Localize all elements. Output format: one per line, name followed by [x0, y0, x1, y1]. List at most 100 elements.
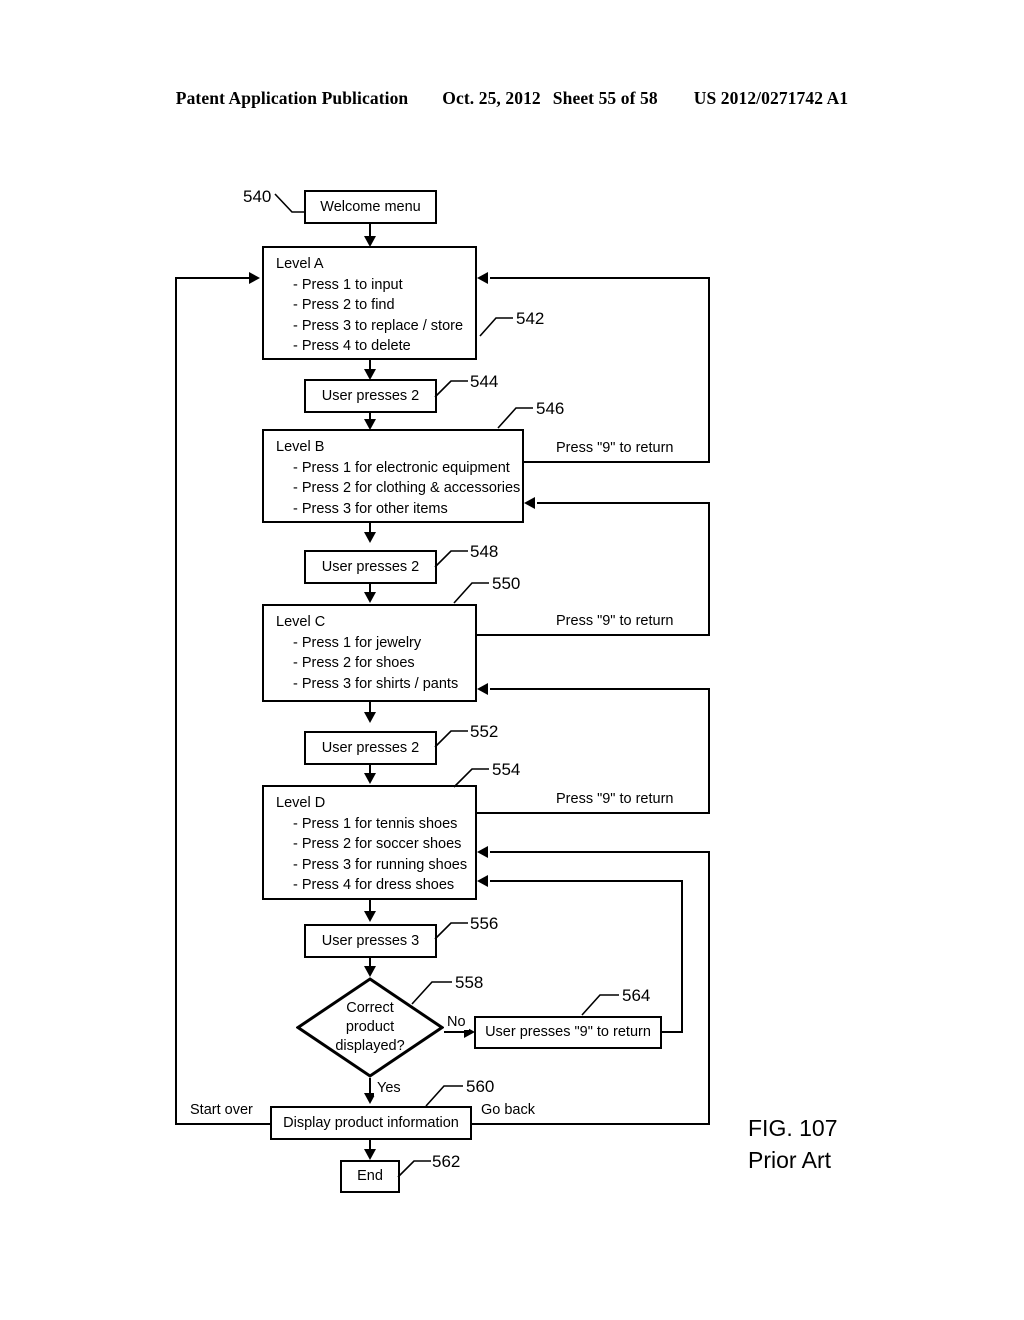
ref-number-556: 556 [470, 914, 499, 933]
header-docnum: US 2012/0271742 A1 [693, 88, 849, 108]
connector-leveld-return-top [490, 688, 710, 690]
node-level-a-option-2: - Press 2 to find [293, 297, 395, 313]
node-level-b-option-2: - Press 2 for clothing & accessories [293, 480, 521, 496]
node-level-c[interactable]: Level C - Press 1 for jewelry - Press 2 … [262, 604, 477, 702]
ref-number-562: 562 [432, 1152, 461, 1171]
connector-goback-h [472, 1123, 710, 1125]
edge-label-yes: Yes [374, 1080, 404, 1096]
arrow-leveld-to-pressd [364, 911, 376, 922]
leader-line-562 [397, 1159, 434, 1179]
node-level-c-title: Level C [276, 614, 326, 630]
node-decision-line-1: Correct [346, 1000, 394, 1016]
ref-number-564: 564 [622, 986, 651, 1005]
ref-number-558: 558 [455, 973, 484, 992]
page-header: Patent Application Publication Oct. 25, 2… [0, 88, 1024, 109]
node-welcome-menu[interactable]: Welcome menu [304, 190, 437, 224]
arrow-leveld-return-to-levelc [477, 683, 488, 695]
node-level-d[interactable]: Level D - Press 1 for tennis shoes - Pre… [262, 785, 477, 900]
connector-levelc-return-v [708, 502, 710, 636]
ref-number-546: 546 [536, 399, 565, 418]
node-level-b-title: Level B [276, 439, 325, 455]
leader-line-542 [479, 316, 516, 338]
edge-label-go-back: Go back [478, 1102, 538, 1118]
figure-caption: FIG. 107 Prior Art [748, 1112, 837, 1176]
node-user-presses-c-label: User presses 2 [321, 739, 420, 756]
ref-number-554: 554 [492, 760, 521, 779]
connector-startover-h [175, 1123, 272, 1125]
node-decision-line-3: displayed? [335, 1038, 405, 1054]
node-user-presses-b-label: User presses 2 [321, 558, 420, 575]
header-publication: Patent Application Publication [175, 88, 409, 108]
connector-levelb-return-h [524, 461, 710, 463]
connector-levelb-return-v [708, 277, 710, 463]
leader-line-564 [581, 993, 622, 1017]
connector-startover-to-levela-h [175, 277, 250, 279]
edge-label-no: No [444, 1014, 469, 1030]
figure-note: Prior Art [748, 1147, 832, 1173]
node-end-label: End [357, 1168, 383, 1185]
node-user-presses-c[interactable]: User presses 2 [304, 731, 437, 765]
arrow-display-to-end [364, 1149, 376, 1160]
node-user-presses-a[interactable]: User presses 2 [304, 379, 437, 413]
edge-label-return-b: Press "9" to return [553, 440, 677, 456]
node-level-c-option-3: - Press 3 for shirts / pants [293, 675, 459, 692]
leader-line-556 [434, 921, 471, 941]
leader-line-552 [434, 729, 471, 749]
leader-line-554 [453, 767, 492, 789]
ref-number-544: 544 [470, 372, 499, 391]
patent-figure-page: Patent Application Publication Oct. 25, 2… [0, 0, 1024, 1320]
connector-startover-v [175, 277, 177, 1125]
arrow-levelc-return-to-levelb [524, 497, 535, 509]
node-user-presses-9-return[interactable]: User presses "9" to return [474, 1016, 662, 1049]
node-user-presses-9-return-label: User presses "9" to return [485, 1024, 651, 1041]
node-level-a-title: Level A [276, 256, 324, 272]
ref-number-550: 550 [492, 574, 521, 593]
node-user-presses-d[interactable]: User presses 3 [304, 924, 437, 958]
header-date: Oct. 25, 2012 [442, 88, 541, 108]
arrow-levelb-return-to-levela [477, 272, 488, 284]
leader-line-546 [497, 406, 536, 430]
connector-returnbox-out-v [681, 880, 683, 1033]
arrow-levelc-to-pressc [364, 712, 376, 723]
arrow-pressd-to-decision [364, 966, 376, 977]
node-end[interactable]: End [340, 1160, 400, 1193]
node-user-presses-a-label: User presses 2 [321, 387, 420, 404]
ref-number-560: 560 [466, 1077, 495, 1096]
node-level-a[interactable]: Level A - Press 1 to input - Press 2 to … [262, 246, 477, 360]
connector-leveld-return-v [708, 688, 710, 814]
connector-goback-to-leveld-h [490, 851, 710, 853]
node-level-c-option-1: - Press 1 for jewelry [293, 634, 422, 651]
leader-line-544 [434, 379, 471, 399]
ref-number-548: 548 [470, 542, 499, 561]
arrow-returnbox-to-leveld [477, 875, 488, 887]
node-level-b-option-3: - Press 3 for other items [293, 500, 448, 517]
node-welcome-menu-label: Welcome menu [320, 198, 421, 215]
node-decision-line-2: product [345, 1019, 395, 1035]
arrow-pressb-to-levelc [364, 592, 376, 603]
figure-number: FIG. 107 [748, 1115, 838, 1141]
node-level-b[interactable]: Level B - Press 1 for electronic equipme… [262, 429, 524, 523]
node-display-product-information-label: Display product information [283, 1114, 459, 1131]
ref-number-552: 552 [470, 722, 499, 741]
connector-levelb-return-top [490, 277, 710, 279]
header-sheet: Sheet 55 of 58 [552, 88, 658, 108]
leader-line-560 [425, 1084, 466, 1108]
node-user-presses-b[interactable]: User presses 2 [304, 550, 437, 584]
connector-leveld-return-h [477, 812, 710, 814]
connector-returnbox-out-h [662, 1031, 683, 1033]
node-level-a-option-1: - Press 1 to input [293, 276, 403, 293]
leader-line-550 [453, 581, 492, 605]
node-level-c-option-2: - Press 2 for shoes [293, 655, 415, 671]
ref-number-540: 540 [243, 187, 272, 206]
node-level-d-option-3: - Press 3 for running shoes [293, 856, 468, 873]
node-level-b-option-1: - Press 1 for electronic equipment [293, 459, 510, 476]
leader-line-558 [411, 980, 456, 1006]
node-level-d-title: Level D [276, 795, 326, 811]
node-display-product-information[interactable]: Display product information [270, 1106, 472, 1140]
node-level-a-option-4: - Press 4 to delete [293, 338, 411, 354]
node-user-presses-d-label: User presses 3 [321, 932, 420, 949]
arrow-levelb-to-pressb [364, 532, 376, 543]
ref-number-542: 542 [516, 309, 545, 328]
node-level-d-option-4: - Press 4 for dress shoes [293, 877, 455, 893]
connector-returnbox-to-leveld-h [490, 880, 683, 882]
